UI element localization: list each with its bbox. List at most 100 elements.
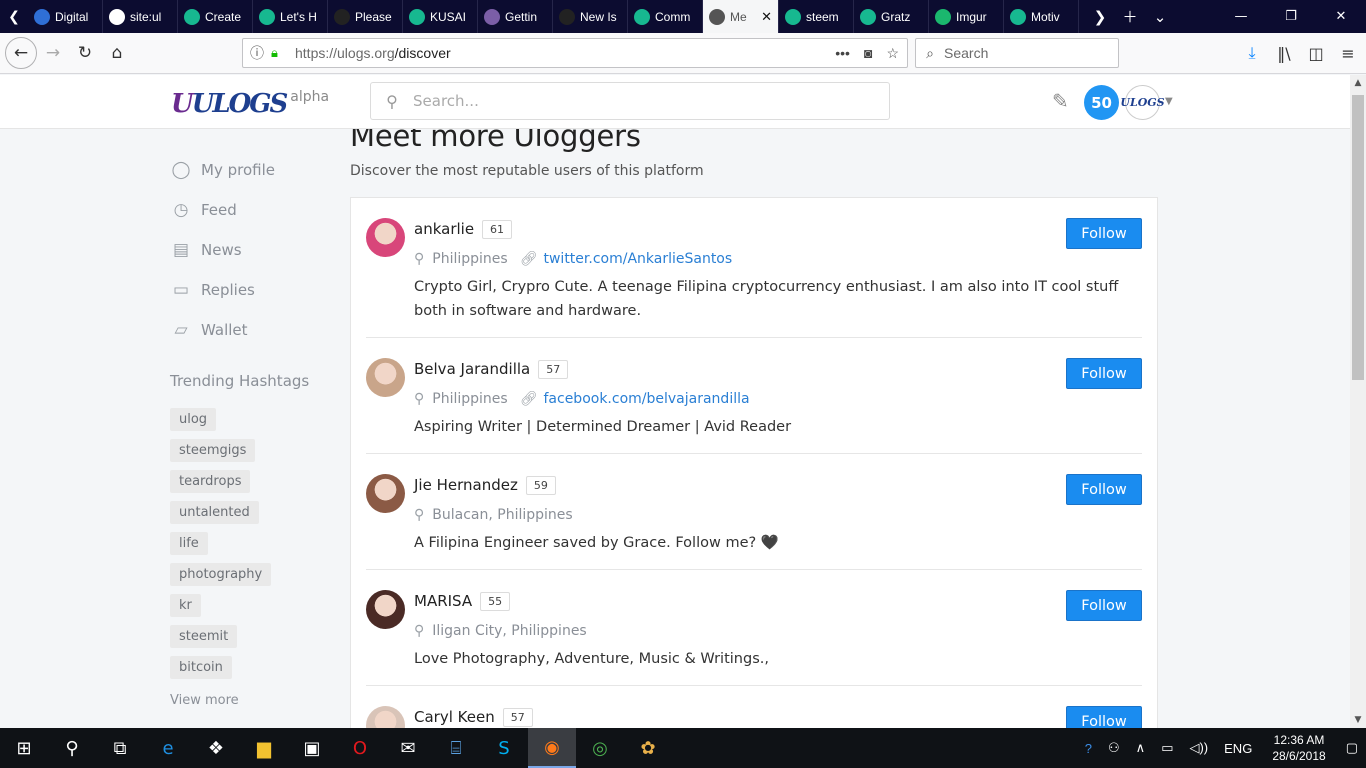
- page-scrollbar[interactable]: ▲ ▼: [1350, 75, 1366, 728]
- voting-power-badge[interactable]: 50: [1084, 85, 1119, 120]
- file-explorer-icon[interactable]: ▆: [240, 728, 288, 768]
- user-name[interactable]: Jie Hernandez: [414, 476, 518, 494]
- user-website-link[interactable]: twitter.com/AnkarlieSantos: [543, 251, 732, 267]
- hashtag-chip[interactable]: life: [170, 532, 208, 555]
- notifications-icon[interactable]: ▢: [1338, 740, 1366, 756]
- hashtag-chip[interactable]: photography: [170, 563, 272, 586]
- info-icon[interactable]: ⓘ: [243, 43, 271, 63]
- bookmark-star-icon[interactable]: ☆: [886, 45, 899, 62]
- scrollbar-thumb[interactable]: [1352, 95, 1364, 380]
- browser-tab[interactable]: Imgur: [929, 0, 1004, 33]
- menu-icon[interactable]: ≡: [1336, 38, 1360, 68]
- hashtag-chip[interactable]: teardrops: [170, 470, 251, 493]
- scroll-down-arrow[interactable]: ▼: [1350, 715, 1366, 725]
- opera-icon[interactable]: O: [336, 728, 384, 768]
- hashtag-chip[interactable]: kr: [170, 594, 201, 617]
- user-name[interactable]: ankarlie: [414, 220, 474, 238]
- sidebar-toggle-icon[interactable]: ◫: [1304, 38, 1328, 68]
- tab-scroll-left-button[interactable]: ❮: [0, 0, 28, 33]
- user-avatar[interactable]: [366, 590, 405, 629]
- browser-tab[interactable]: Me ✕: [703, 0, 779, 33]
- home-button[interactable]: ⌂: [101, 37, 133, 69]
- user-name[interactable]: Belva Jarandilla: [414, 360, 530, 378]
- hashtag-chip[interactable]: bitcoin: [170, 656, 232, 679]
- view-more-link[interactable]: View more: [170, 693, 330, 708]
- browser-tab[interactable]: site:ul: [103, 0, 178, 33]
- browser-tab[interactable]: steem: [779, 0, 854, 33]
- restore-button[interactable]: ❐: [1266, 9, 1316, 24]
- user-name[interactable]: MARISA: [414, 592, 472, 610]
- user-avatar[interactable]: [366, 218, 405, 257]
- sidebar-item-my-profile[interactable]: ◯ My profile: [170, 150, 330, 190]
- reload-button[interactable]: ↻: [69, 37, 101, 69]
- battery-icon[interactable]: ▭: [1153, 740, 1181, 756]
- firefox-icon[interactable]: ◉: [528, 728, 576, 768]
- user-name[interactable]: Caryl Keen: [414, 708, 495, 726]
- close-window-button[interactable]: ✕: [1316, 9, 1366, 24]
- close-tab-icon[interactable]: ✕: [761, 9, 772, 25]
- tab-scroll-right-button[interactable]: ❯: [1085, 8, 1115, 26]
- follow-button[interactable]: Follow: [1066, 218, 1142, 249]
- language-indicator[interactable]: ENG: [1216, 741, 1260, 756]
- url-bar[interactable]: ⓘ 🔒︎ https://ulogs.org/discover ••• ◙ ☆: [242, 38, 908, 68]
- new-tab-button[interactable]: ＋: [1115, 6, 1145, 27]
- sidebar-item-feed[interactable]: ◷ Feed: [170, 190, 330, 230]
- browser-tab[interactable]: Comm: [628, 0, 703, 33]
- windows-start-icon[interactable]: ⊞: [0, 728, 48, 768]
- mail-icon[interactable]: ✉: [384, 728, 432, 768]
- user-avatar[interactable]: [366, 474, 405, 513]
- url-text[interactable]: https://ulogs.org/discover: [295, 45, 451, 61]
- caret-down-icon[interactable]: ▼: [1165, 96, 1173, 107]
- browser-tab[interactable]: Motiv: [1004, 0, 1079, 33]
- browser-tab[interactable]: Create: [178, 0, 253, 33]
- site-search-input[interactable]: [413, 92, 863, 110]
- follow-button[interactable]: Follow: [1066, 706, 1142, 728]
- user-website-link[interactable]: facebook.com/belvajarandilla: [543, 391, 749, 407]
- store-icon[interactable]: ▣: [288, 728, 336, 768]
- browser-tab[interactable]: Digital: [28, 0, 103, 33]
- search-icon[interactable]: ⚲: [48, 728, 96, 768]
- task-view-icon[interactable]: ⧉: [96, 728, 144, 768]
- minimize-button[interactable]: —: [1216, 9, 1266, 24]
- follow-button[interactable]: Follow: [1066, 590, 1142, 621]
- sidebar-item-news[interactable]: ▤ News: [170, 230, 330, 270]
- browser-tab[interactable]: Please: [328, 0, 403, 33]
- pocket-icon[interactable]: ◙: [864, 45, 872, 62]
- edge-browser-icon[interactable]: e: [144, 728, 192, 768]
- paint-icon[interactable]: ✿: [624, 728, 672, 768]
- hashtag-chip[interactable]: ulog: [170, 408, 217, 431]
- browser-tab[interactable]: KUSAI: [403, 0, 478, 33]
- browser-tab[interactable]: Gettin: [478, 0, 553, 33]
- user-avatar[interactable]: ULOGS: [1120, 85, 1165, 120]
- write-post-icon[interactable]: ✎: [1052, 89, 1069, 113]
- network-app-icon[interactable]: ⌸: [432, 728, 480, 768]
- skype-icon[interactable]: S: [480, 728, 528, 768]
- all-tabs-button[interactable]: ⌄: [1145, 8, 1175, 26]
- hashtag-chip[interactable]: steemit: [170, 625, 238, 648]
- scroll-up-arrow[interactable]: ▲: [1350, 78, 1366, 88]
- library-icon[interactable]: ‖\: [1272, 38, 1296, 68]
- browser-tab[interactable]: New Is: [553, 0, 628, 33]
- browser-search-bar[interactable]: ⌕ Search: [915, 38, 1119, 68]
- hashtag-chip[interactable]: untalented: [170, 501, 259, 524]
- volume-icon[interactable]: ◁)): [1181, 740, 1216, 756]
- site-logo[interactable]: UULOGS alpha: [171, 89, 329, 119]
- browser-tab[interactable]: Gratz: [854, 0, 929, 33]
- sidebar-item-replies[interactable]: ▭ Replies: [170, 270, 330, 310]
- sidebar-item-wallet[interactable]: ▱ Wallet: [170, 310, 330, 350]
- download-icon[interactable]: ⤓: [1240, 38, 1264, 68]
- user-avatar[interactable]: [366, 706, 405, 728]
- tray-expand-icon[interactable]: ∧: [1128, 740, 1154, 756]
- user-avatar[interactable]: [366, 358, 405, 397]
- hashtag-chip[interactable]: steemgigs: [170, 439, 256, 462]
- help-icon[interactable]: ?: [1077, 741, 1100, 756]
- browser-tab[interactable]: Let's H: [253, 0, 328, 33]
- people-icon[interactable]: ⚇: [1100, 740, 1128, 756]
- page-actions-icon[interactable]: •••: [835, 45, 850, 62]
- dropbox-icon[interactable]: ❖: [192, 728, 240, 768]
- forward-button[interactable]: →: [37, 37, 69, 69]
- follow-button[interactable]: Follow: [1066, 474, 1142, 505]
- lock-icon[interactable]: 🔒︎: [271, 45, 289, 61]
- chrome-icon[interactable]: ◎: [576, 728, 624, 768]
- back-button[interactable]: ←: [5, 37, 37, 69]
